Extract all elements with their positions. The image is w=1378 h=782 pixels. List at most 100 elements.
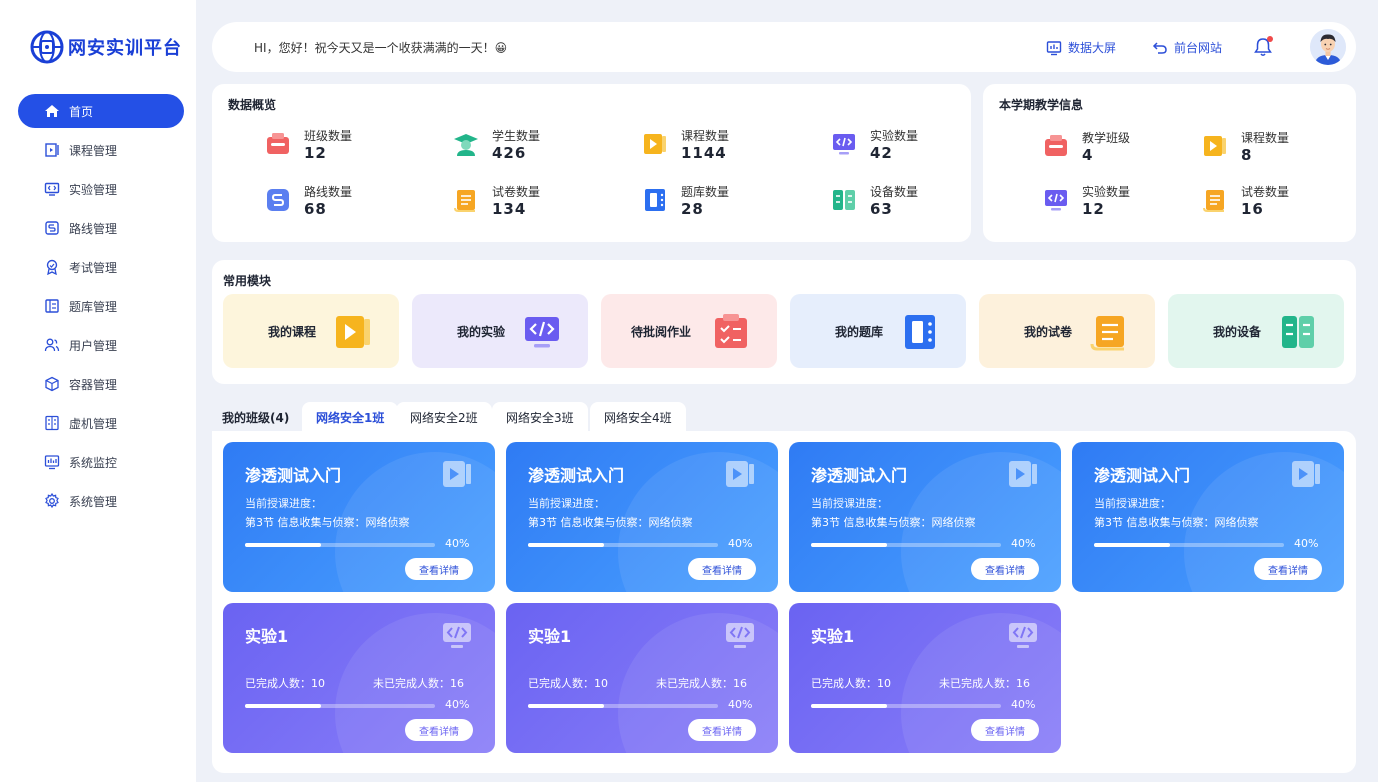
- completed-count: 已完成人数：10: [811, 677, 891, 690]
- avatar[interactable]: [1310, 29, 1346, 65]
- view-details-button[interactable]: 查看详情: [405, 558, 473, 580]
- module-my-question-bank[interactable]: 我的题库: [790, 294, 966, 368]
- module-my-labs[interactable]: 我的实验: [412, 294, 588, 368]
- progress-fill: [245, 543, 321, 547]
- lab-card: 实验1 已完成人数：10 未已完成人数：16 40% 查看详情: [789, 603, 1061, 753]
- sidebar-item-vms[interactable]: 虚机管理: [18, 406, 184, 440]
- stat-semester-lab: 实验数量 12: [1040, 184, 1130, 218]
- stat-icon-wrap: [639, 184, 671, 216]
- stat-label: 教学班级: [1082, 131, 1131, 145]
- my-classes-label: 我的班级(4): [222, 410, 290, 425]
- course-icon: [443, 461, 471, 487]
- sidebar-item-label: 课程管理: [69, 143, 118, 158]
- sidebar-item-containers[interactable]: 容器管理: [18, 367, 184, 401]
- view-details-button[interactable]: 查看详情: [688, 719, 756, 741]
- lab-card: 实验1 已完成人数：10 未已完成人数：16 40% 查看详情: [506, 603, 778, 753]
- course-card: 渗透测试入门 当前授课进度： 第3节 信息收集与侦察：网络侦察 40% 查看详情: [506, 442, 778, 592]
- sidebar-item-label: 容器管理: [69, 377, 118, 392]
- stat-value: 68: [304, 200, 327, 218]
- stat-text: 试卷数量 134: [492, 184, 540, 218]
- data-screen-link[interactable]: 数据大屏: [1046, 39, 1116, 56]
- course-icon: [1204, 136, 1226, 156]
- uncompleted-count: 未已完成人数：16: [373, 677, 464, 690]
- common-modules-title: 常用模块: [223, 274, 272, 288]
- class-icon: [267, 133, 289, 154]
- stat-value: 134: [492, 200, 527, 218]
- module-my-papers[interactable]: 我的试卷: [979, 294, 1155, 368]
- home-icon: [45, 105, 59, 117]
- tab-class-3[interactable]: 网络安全3班: [492, 402, 588, 432]
- top-header: HI，您好！祝今天又是一个收获满满的一天！😀 数据大屏 前台网站: [212, 22, 1356, 72]
- sidebar-item-label: 路线管理: [69, 221, 118, 236]
- course-icon: [336, 316, 370, 348]
- course-card: 渗透测试入门 当前授课进度： 第3节 信息收集与侦察：网络侦察 40% 查看详情: [223, 442, 495, 592]
- front-site-label: 前台网站: [1174, 41, 1223, 55]
- sidebar-item-home[interactable]: 首页: [18, 94, 184, 128]
- semester-info-title: 本学期教学信息: [999, 98, 1084, 112]
- module-pending-homework[interactable]: 待批阅作业: [601, 294, 777, 368]
- course-icon: [726, 461, 754, 487]
- sidebar-item-courses[interactable]: 课程管理: [18, 133, 184, 167]
- homework-check-icon: [715, 314, 747, 348]
- sidebar-item-system[interactable]: 系统管理: [18, 484, 184, 518]
- uncompleted-count: 未已完成人数：16: [939, 677, 1030, 690]
- paper-icon: [454, 190, 475, 212]
- progress-bar: [1094, 543, 1284, 547]
- front-site-link[interactable]: 前台网站: [1152, 39, 1222, 56]
- stat-text: 教学班级 4: [1082, 130, 1130, 164]
- users-icon: [44, 338, 60, 352]
- stat-icon-wrap: [262, 128, 294, 160]
- class-content: 渗透测试入门 当前授课进度： 第3节 信息收集与侦察：网络侦察 40% 查看详情…: [212, 431, 1356, 773]
- sidebar-item-label: 首页: [69, 104, 94, 119]
- progress-fill: [245, 704, 321, 708]
- sidebar: 网安实训平台 首页 课程管理 实验管理 路线管理 考试管理 题库管理 用户管理 …: [0, 0, 196, 782]
- question-bank-icon: [905, 315, 935, 349]
- progress-percent: 40%: [1294, 537, 1319, 550]
- module-label: 我的实验: [457, 325, 506, 339]
- stat-text: 试卷数量 16: [1241, 184, 1289, 218]
- sidebar-item-routes[interactable]: 路线管理: [18, 211, 184, 245]
- sidebar-item-label: 实验管理: [69, 182, 118, 197]
- view-details-button[interactable]: 查看详情: [405, 719, 473, 741]
- sidebar-item-labs[interactable]: 实验管理: [18, 172, 184, 206]
- module-label: 我的试卷: [1024, 325, 1073, 339]
- module-label: 我的课程: [268, 325, 317, 339]
- stat-value: 4: [1082, 146, 1094, 164]
- tab-class-4[interactable]: 网络安全4班: [590, 402, 686, 432]
- progress-bar: [528, 543, 718, 547]
- card-title: 渗透测试入门: [528, 466, 625, 485]
- tab-class-2[interactable]: 网络安全2班: [396, 402, 492, 432]
- module-my-devices[interactable]: 我的设备: [1168, 294, 1344, 368]
- progress-fill: [811, 704, 887, 708]
- sidebar-item-label: 系统监控: [69, 455, 118, 470]
- sidebar-nav: 首页 课程管理 实验管理 路线管理 考试管理 题库管理 用户管理 容器管理 虚机…: [18, 94, 184, 523]
- code-icon: [726, 623, 754, 648]
- module-label: 我的题库: [835, 325, 884, 339]
- sidebar-item-monitor[interactable]: 系统监控: [18, 445, 184, 479]
- sidebar-item-users[interactable]: 用户管理: [18, 328, 184, 362]
- module-my-courses[interactable]: 我的课程: [223, 294, 399, 368]
- stat-class-count: 班级数量 12: [262, 128, 352, 162]
- course-icon: [1009, 461, 1037, 487]
- progress-label: 当前授课进度：: [1094, 497, 1171, 510]
- student-icon: [454, 134, 478, 156]
- stat-semester-paper: 试卷数量 16: [1199, 184, 1289, 218]
- tab-class-1[interactable]: 网络安全1班: [302, 402, 399, 432]
- return-icon: [1152, 41, 1167, 54]
- stat-icon-wrap: [1199, 130, 1231, 162]
- view-details-button[interactable]: 查看详情: [1254, 558, 1322, 580]
- progress-percent: 40%: [445, 537, 470, 550]
- user-avatar-icon: [1310, 29, 1346, 65]
- stat-text: 课程数量 8: [1241, 130, 1289, 164]
- view-details-button[interactable]: 查看详情: [971, 558, 1039, 580]
- stat-label: 路线数量: [304, 185, 353, 199]
- sidebar-item-exams[interactable]: 考试管理: [18, 250, 184, 284]
- view-details-button[interactable]: 查看详情: [971, 719, 1039, 741]
- course-icon: [1292, 461, 1320, 487]
- view-details-button[interactable]: 查看详情: [688, 558, 756, 580]
- paper-icon: [1203, 190, 1224, 212]
- code-icon: [44, 182, 60, 196]
- sidebar-item-question-bank[interactable]: 题库管理: [18, 289, 184, 323]
- question-bank-icon: [45, 299, 59, 313]
- logo[interactable]: 网安实训平台: [30, 30, 182, 64]
